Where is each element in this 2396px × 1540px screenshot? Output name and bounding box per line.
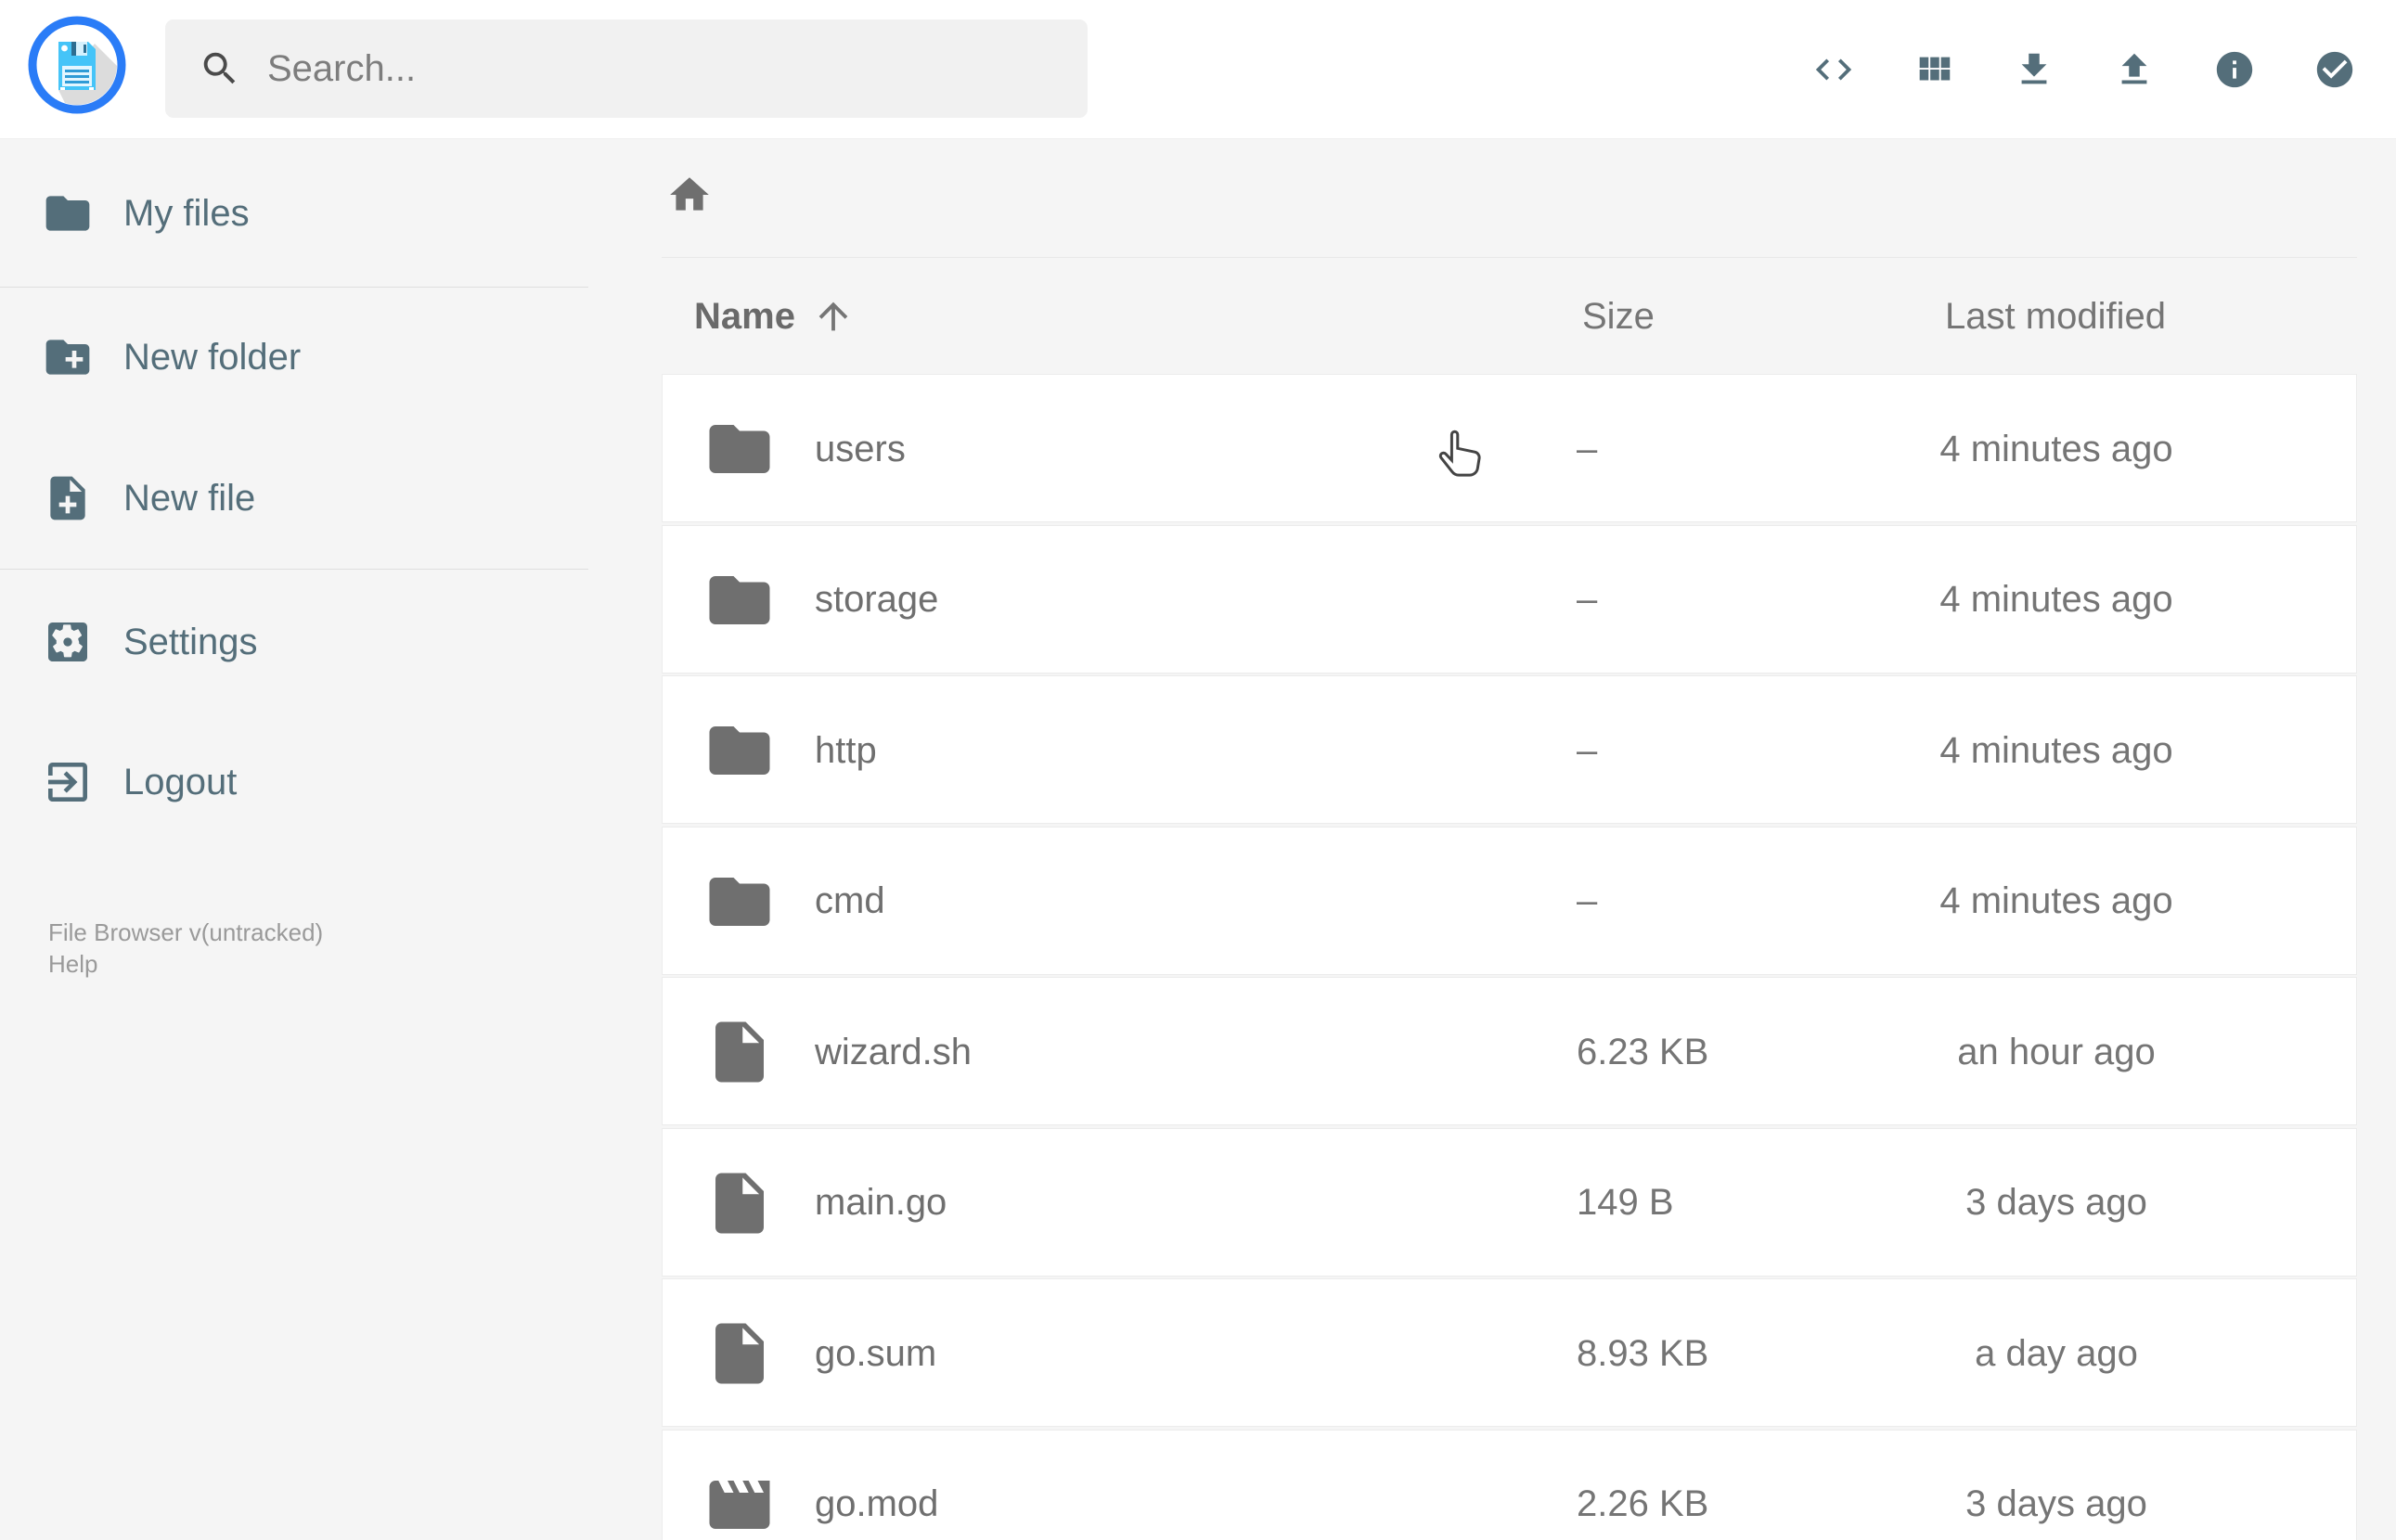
file-size: 8.93 KB <box>1577 1332 1709 1374</box>
sidebar-item-label: New folder <box>123 336 302 378</box>
file-name: http <box>815 729 877 771</box>
sort-ascending-icon <box>812 295 855 338</box>
file-modified: a day ago <box>1975 1332 2138 1374</box>
file-modified: 3 days ago <box>1965 1483 2147 1524</box>
filebrowser-app: File Browser v(untracked) Help My files … <box>0 0 2396 1540</box>
help-link[interactable]: Help <box>48 948 323 980</box>
header-actions <box>1812 48 2356 91</box>
file-name: main.go <box>815 1182 947 1223</box>
file-size: – <box>1577 729 1598 771</box>
file-row-cmd[interactable]: cmd – 4 minutes ago <box>662 826 2357 975</box>
sidebar-divider <box>0 287 588 288</box>
file-modified: 4 minutes ago <box>1939 579 2173 620</box>
grid-button[interactable] <box>1913 48 1955 91</box>
column-size-label: Size <box>1582 295 1655 337</box>
folder-icon <box>42 187 94 239</box>
top-header <box>0 0 2396 139</box>
sidebar-item-logout[interactable]: Logout <box>0 745 588 819</box>
column-header-size[interactable]: Size <box>1582 290 1655 342</box>
file-size: 149 B <box>1577 1182 1674 1223</box>
sidebar-item-label: Settings <box>123 621 258 662</box>
file-row-go.mod[interactable]: go.mod 2.26 KB 3 days ago <box>662 1429 2357 1540</box>
grid-icon <box>1913 48 1955 91</box>
sidebar-item-new-file[interactable]: New file <box>0 461 588 535</box>
breadcrumb-home-button[interactable] <box>666 172 713 218</box>
filebrowser-logo <box>28 16 126 114</box>
file-size: 2.26 KB <box>1577 1483 1709 1524</box>
file-name: wizard.sh <box>815 1031 972 1072</box>
settings-icon <box>42 616 94 668</box>
sidebar-item-label: New file <box>123 477 256 519</box>
home-icon <box>666 172 713 218</box>
file-size: 6.23 KB <box>1577 1031 1709 1072</box>
movie-icon <box>703 1469 776 1540</box>
floppy-disk-logo-icon <box>28 16 126 114</box>
file-name: users <box>815 428 906 469</box>
file-row-main.go[interactable]: main.go 149 B 3 days ago <box>662 1127 2357 1277</box>
file-modified: an hour ago <box>1957 1031 2156 1072</box>
file-size: – <box>1577 880 1598 921</box>
column-header-modified[interactable]: Last modified <box>1847 290 2264 342</box>
file-name: go.mod <box>815 1483 939 1524</box>
download-icon <box>2013 48 2055 91</box>
sidebar-item-label: Logout <box>123 761 238 802</box>
folder-icon <box>703 413 776 485</box>
file-icon <box>703 1317 776 1390</box>
sidebar-item-label: My files <box>123 192 250 234</box>
file-modified: 4 minutes ago <box>1939 880 2173 921</box>
listing-column-headers: Name Size Last modified <box>694 290 2357 342</box>
folder-icon <box>703 714 776 787</box>
logout-icon <box>42 756 94 808</box>
breadcrumb-divider <box>662 257 2357 258</box>
file-size: – <box>1577 428 1598 469</box>
create-new-folder-icon <box>42 331 94 383</box>
folder-icon <box>703 564 776 636</box>
download-button[interactable] <box>2013 48 2055 91</box>
search-input[interactable] <box>267 47 1065 90</box>
check-circle-button[interactable] <box>2313 48 2356 91</box>
note-add-icon <box>42 472 94 524</box>
search-bar[interactable] <box>165 19 1088 118</box>
file-rows: users – 4 minutes ago storage – 4 minute… <box>662 374 2357 1540</box>
code-button[interactable] <box>1812 48 1855 91</box>
file-name: cmd <box>815 880 885 921</box>
code-icon <box>1812 48 1855 91</box>
search-icon <box>199 47 241 90</box>
file-row-wizard.sh[interactable]: wizard.sh 6.23 KB an hour ago <box>662 977 2357 1125</box>
sidebar-footer: File Browser v(untracked) Help <box>48 917 323 980</box>
file-row-users[interactable]: users – 4 minutes ago <box>662 374 2357 522</box>
sidebar-divider <box>0 569 588 570</box>
sidebar-item-my-files[interactable]: My files <box>0 176 588 250</box>
file-modified: 4 minutes ago <box>1939 729 2173 771</box>
column-name-label: Name <box>694 295 795 337</box>
sidebar: File Browser v(untracked) Help My files … <box>0 139 588 1540</box>
file-icon <box>703 1016 776 1088</box>
file-row-go.sum[interactable]: go.sum 8.93 KB a day ago <box>662 1278 2357 1427</box>
file-modified: 4 minutes ago <box>1939 428 2173 469</box>
file-modified: 3 days ago <box>1965 1182 2147 1223</box>
check-circle-icon <box>2313 48 2356 91</box>
file-row-storage[interactable]: storage – 4 minutes ago <box>662 524 2357 674</box>
folder-icon <box>703 866 776 938</box>
column-header-name[interactable]: Name <box>694 290 855 342</box>
upload-button[interactable] <box>2113 48 2156 91</box>
file-size: – <box>1577 579 1598 620</box>
file-listing: Name Size Last modified users – 4 minute… <box>588 139 2396 1540</box>
file-icon <box>703 1167 776 1239</box>
file-name: storage <box>815 579 939 620</box>
info-icon <box>2213 48 2256 91</box>
upload-icon <box>2113 48 2156 91</box>
app-version-text: File Browser v(untracked) <box>48 918 324 946</box>
file-row-http[interactable]: http – 4 minutes ago <box>662 675 2357 824</box>
column-modified-label: Last modified <box>1945 295 2166 337</box>
sidebar-item-settings[interactable]: Settings <box>0 605 588 679</box>
file-name: go.sum <box>815 1332 937 1374</box>
sidebar-item-new-folder[interactable]: New folder <box>0 320 588 394</box>
info-button[interactable] <box>2213 48 2256 91</box>
